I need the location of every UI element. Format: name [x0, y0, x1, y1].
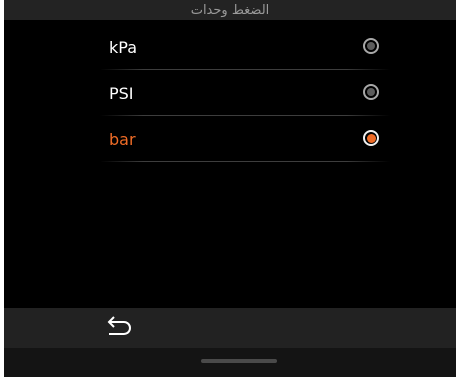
return-arrow-icon: [106, 316, 132, 340]
radio-button[interactable]: [363, 130, 379, 146]
option-label: bar: [109, 129, 136, 149]
pressure-units-screen: الضغط وحدات kPa PSI bar: [4, 0, 456, 377]
home-indicator[interactable]: [201, 359, 277, 363]
divider: [100, 161, 390, 162]
footer-bar: [4, 308, 456, 348]
page-title: الضغط وحدات: [190, 2, 270, 18]
option-label: PSI: [109, 83, 134, 103]
radio-button[interactable]: [363, 38, 379, 54]
unit-option-bar[interactable]: bar: [4, 116, 456, 162]
unit-option-psi[interactable]: PSI: [4, 70, 456, 116]
option-label: kPa: [109, 37, 137, 57]
back-button[interactable]: [104, 314, 134, 342]
bottom-strip: [4, 348, 456, 377]
unit-option-kpa[interactable]: kPa: [4, 24, 456, 70]
title-bar: الضغط وحدات: [4, 0, 456, 20]
radio-button[interactable]: [363, 84, 379, 100]
